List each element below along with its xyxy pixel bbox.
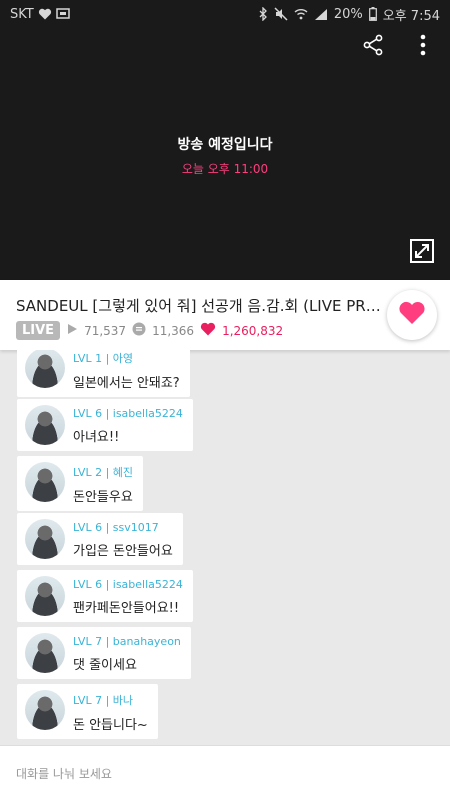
carrier-label: SKT xyxy=(10,6,34,22)
avatar xyxy=(25,405,65,445)
video-player[interactable]: 방송 예정입니다 오늘 오후 11:00 xyxy=(0,28,450,280)
like-button[interactable] xyxy=(387,290,437,340)
chat-username: LVL 6 | isabella5224 xyxy=(73,578,183,591)
avatar xyxy=(25,519,65,559)
live-badge: LIVE xyxy=(16,321,61,340)
chat-username: LVL 2 | 혜진 xyxy=(73,466,134,479)
chat-username: LVL 6 | isabella5224 xyxy=(73,407,183,420)
heart-icon xyxy=(398,301,426,329)
avatar xyxy=(25,690,65,730)
more-vertical-icon xyxy=(419,34,427,60)
chat-input[interactable] xyxy=(16,762,436,786)
chat-text: 돈안들우요 xyxy=(73,490,133,505)
wifi-icon xyxy=(294,8,308,20)
battery-icon xyxy=(368,7,377,21)
clock: 오후 7:54 xyxy=(382,8,440,24)
fullscreen-button[interactable] xyxy=(406,237,438,269)
chat-username: LVL 7 | banahayeon xyxy=(73,635,181,648)
avatar xyxy=(25,633,65,673)
broadcast-title[interactable]: SANDEUL [그렇게 있어 줘] 선공개 음.감.회 (LIVE PREMI… xyxy=(16,295,384,316)
chat-icon xyxy=(132,322,146,339)
status-bar: SKT 20% 오후 7:54 xyxy=(0,0,450,28)
share-button[interactable] xyxy=(358,32,388,62)
avatar xyxy=(25,462,65,502)
chat-list[interactable]: LVL 1 | 아영 일본에서는 안돼죠? LVL 6 | isabella52… xyxy=(0,350,450,745)
battery-percent: 20% xyxy=(333,6,363,22)
more-options-button[interactable] xyxy=(408,32,438,62)
chat-text: 일본에서는 안돼죠? xyxy=(73,376,180,391)
message-icon xyxy=(55,8,70,20)
chat-text: 팬카페돈안들어요!! xyxy=(73,601,180,616)
broadcast-status-message: 방송 예정입니다 xyxy=(177,137,273,153)
share-icon xyxy=(362,34,384,60)
fullscreen-icon xyxy=(410,239,434,267)
broadcast-stats: LIVE 71,537 11,366 1,260,832 xyxy=(16,321,283,340)
chat-message: LVL 6 | ssv1017 가입은 돈안들어요 xyxy=(17,513,183,565)
chat-username: LVL 6 | ssv1017 xyxy=(73,521,159,534)
chat-text: 돈 안듭니다~ xyxy=(73,718,148,733)
play-icon xyxy=(66,323,78,338)
chat-message: LVL 6 | isabella5224 팬카페돈안들어요!! xyxy=(17,570,193,622)
play-count: 71,537 xyxy=(84,323,127,338)
chat-input-bar xyxy=(0,745,450,800)
chat-message: LVL 7 | 바나 돈 안듭니다~ xyxy=(17,684,158,739)
chat-message: LVL 2 | 혜진 돈안들우요 xyxy=(17,456,144,511)
chat-text: 댓 줄이세요 xyxy=(73,658,137,673)
avatar xyxy=(25,350,65,388)
chat-username: LVL 1 | 아영 xyxy=(73,352,134,365)
heart-icon xyxy=(38,8,52,20)
broadcast-info-panel: SANDEUL [그렇게 있어 줘] 선공개 음.감.회 (LIVE PREMI… xyxy=(0,280,450,350)
broadcast-schedule: 오늘 오후 11:00 xyxy=(181,162,269,176)
like-count: 1,260,832 xyxy=(222,323,284,338)
chat-message: LVL 6 | isabella5224 아녀요!! xyxy=(17,399,193,451)
chat-username: LVL 7 | 바나 xyxy=(73,694,134,707)
avatar xyxy=(25,576,65,616)
mute-icon xyxy=(274,7,288,21)
signal-icon xyxy=(314,8,328,20)
chat-count: 11,366 xyxy=(152,323,195,338)
chat-text: 아녀요!! xyxy=(73,430,120,445)
heart-icon xyxy=(200,322,216,339)
bluetooth-icon xyxy=(258,7,268,21)
chat-message: LVL 7 | banahayeon 댓 줄이세요 xyxy=(17,627,191,679)
chat-text: 가입은 돈안들어요 xyxy=(73,544,173,559)
chat-message: LVL 1 | 아영 일본에서는 안돼죠? xyxy=(17,350,190,397)
